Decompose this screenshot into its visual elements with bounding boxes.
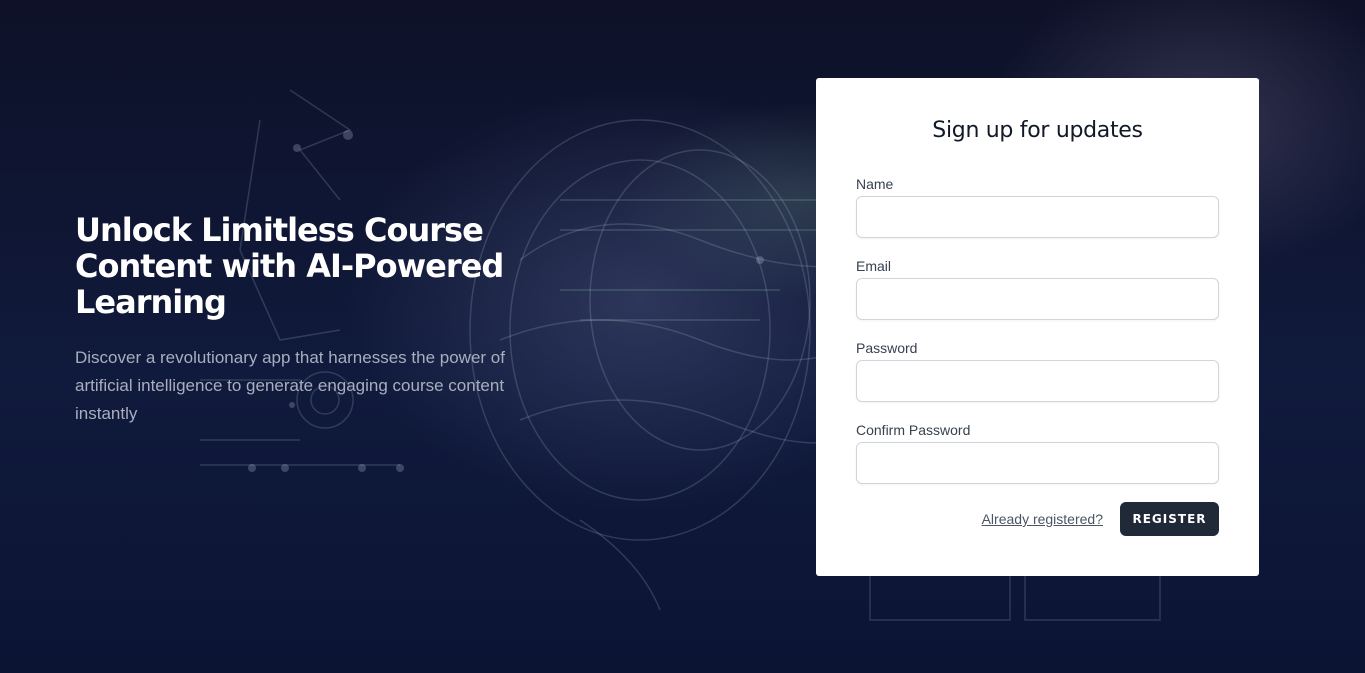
confirm-password-input[interactable]	[856, 442, 1219, 484]
email-field: Email	[856, 257, 1219, 320]
name-input[interactable]	[856, 196, 1219, 238]
form-title: Sign up for updates	[932, 118, 1143, 143]
hero-subtitle: Discover a revolutionary app that harnes…	[75, 348, 505, 423]
confirm-password-field: Confirm Password	[856, 421, 1219, 484]
form-actions: Already registered? REGISTER	[856, 502, 1219, 536]
name-field: Name	[856, 175, 1219, 238]
signup-card: Sign up for updates Name Email Password …	[816, 78, 1259, 576]
confirm-password-label: Confirm Password	[856, 422, 971, 438]
email-input[interactable]	[856, 278, 1219, 320]
password-input[interactable]	[856, 360, 1219, 402]
already-registered-link[interactable]: Already registered?	[982, 511, 1103, 527]
hero-section: Unlock Limitless Course Content with AI-…	[75, 212, 615, 428]
password-field: Password	[856, 339, 1219, 402]
register-button[interactable]: REGISTER	[1120, 502, 1219, 536]
name-label: Name	[856, 176, 894, 192]
email-label: Email	[856, 258, 892, 274]
hero-title: Unlock Limitless Course Content with AI-…	[75, 211, 504, 321]
password-label: Password	[856, 340, 918, 356]
